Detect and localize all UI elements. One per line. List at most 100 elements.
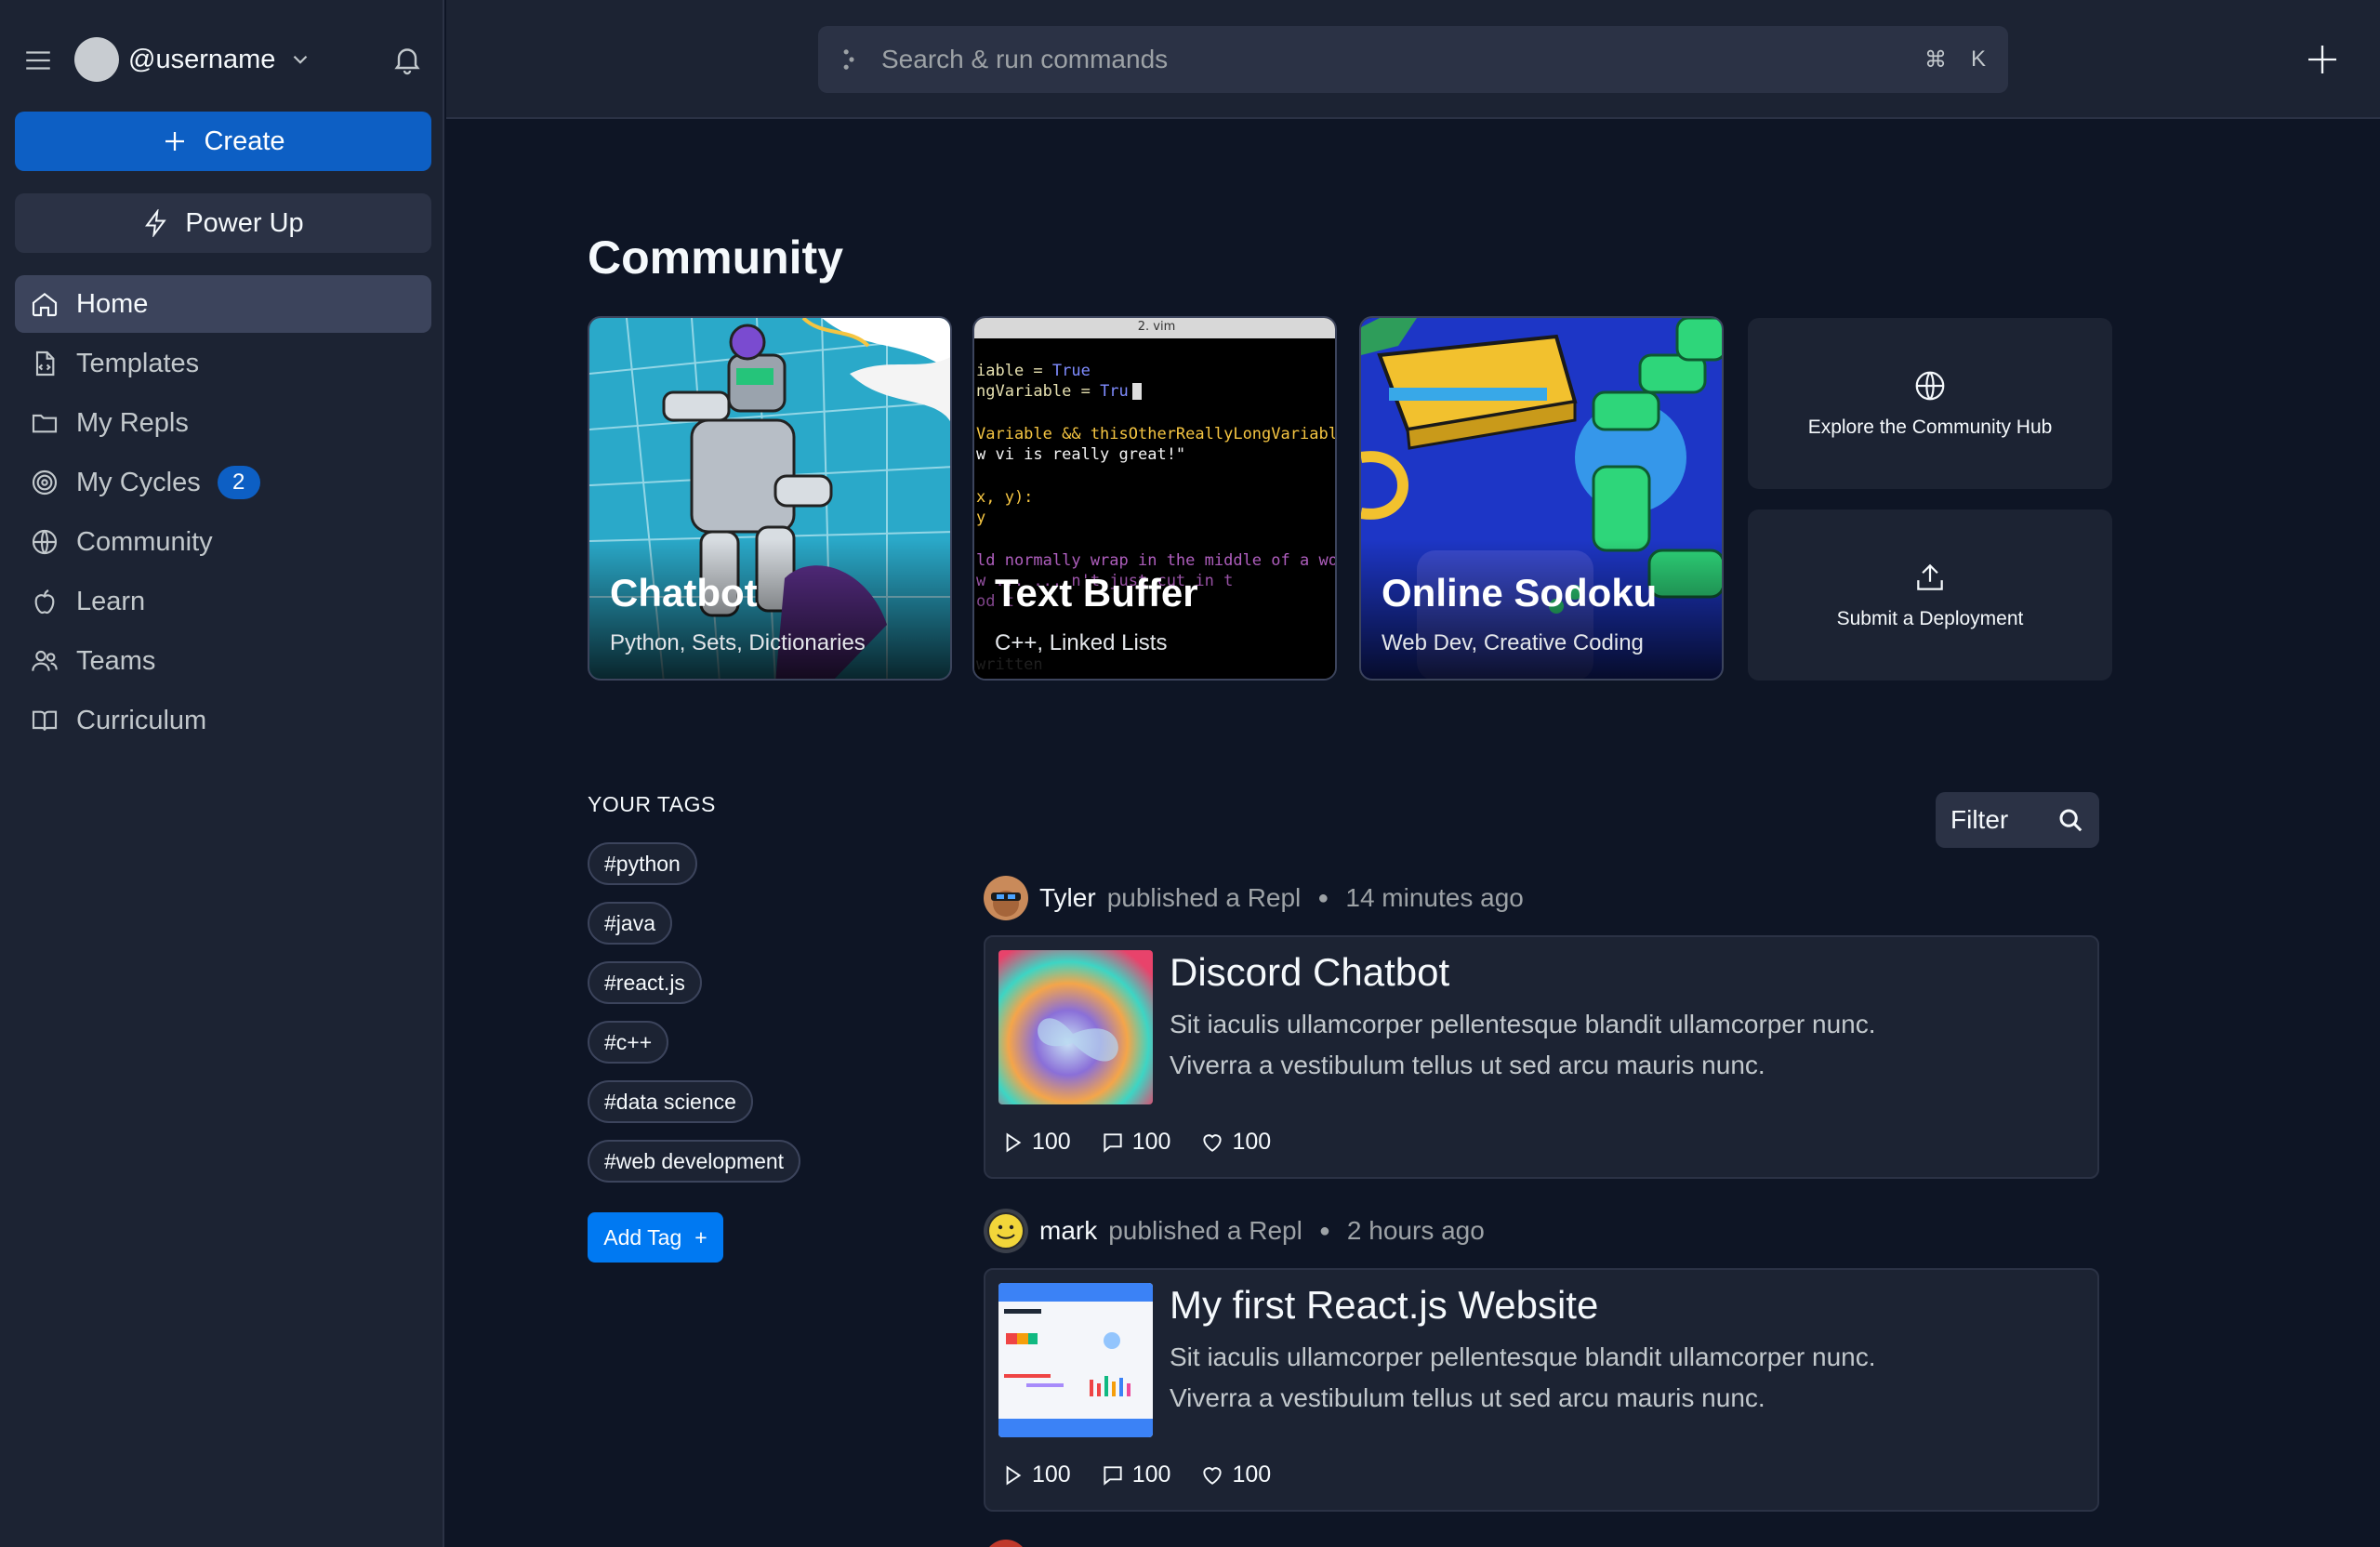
runs-count: 100: [1032, 1461, 1071, 1488]
new-tab-button[interactable]: [2304, 41, 2341, 78]
comment-icon: [1104, 1132, 1122, 1153]
sidebar-item-my-cycles[interactable]: My Cycles 2: [15, 454, 431, 511]
sidebar-item-teams[interactable]: Teams: [15, 632, 431, 690]
folder-icon: [32, 414, 58, 433]
post-stats: 100 100 100: [1000, 1461, 1271, 1488]
avatar[interactable]: [984, 1540, 1028, 1547]
apple-icon: [34, 589, 55, 615]
plus-icon: [2308, 46, 2336, 73]
post-username[interactable]: mark: [1039, 1216, 1097, 1246]
tag-cpp[interactable]: #c++: [588, 1021, 669, 1064]
template-icon: [35, 350, 55, 377]
sidebar-item-label: Learn: [76, 586, 146, 616]
upload-icon: [1917, 563, 1943, 590]
filter-label: Filter: [1950, 805, 2009, 834]
username: @username: [128, 44, 276, 74]
home-icon: [32, 292, 58, 317]
create-label: Create: [204, 126, 285, 156]
user-menu[interactable]: @username: [74, 37, 312, 82]
post-card[interactable]: Discord Chatbot Sit iaculis ullamcorper …: [984, 935, 2099, 1179]
card-subtitle: Python, Sets, Dictionaries: [610, 630, 866, 655]
svg-text:x, y):: x, y):: [976, 488, 1033, 507]
avatar: [74, 37, 119, 82]
sidebar-item-home[interactable]: Home: [15, 275, 431, 333]
likes-stat[interactable]: 100: [1200, 1129, 1271, 1156]
sidebar-item-learn[interactable]: Learn: [15, 573, 431, 630]
sidebar-item-my-repls[interactable]: My Repls: [15, 394, 431, 452]
filter-button[interactable]: Filter: [1936, 792, 2099, 848]
globe-icon: [32, 529, 58, 555]
svg-text:Variable && thisOtherReallyLon: Variable && thisOtherReallyLongVariabl: [976, 425, 1337, 443]
sidebar-item-label: Home: [76, 288, 149, 319]
likes-count: 100: [1232, 1129, 1272, 1155]
sidebar-item-label: Curriculum: [76, 705, 207, 735]
bell-icon[interactable]: [390, 43, 424, 76]
explore-label: Explore the Community Hub: [1807, 416, 2053, 438]
separator-dot: ●: [1318, 1220, 1330, 1241]
comments-stat[interactable]: 100: [1101, 1129, 1170, 1156]
power-up-label: Power Up: [185, 207, 304, 238]
page-title: Community: [588, 231, 843, 284]
svg-text:y: y: [976, 509, 985, 527]
likes-stat[interactable]: 100: [1200, 1461, 1271, 1488]
community-card-text-buffer[interactable]: iable = True ngVariable = Tru Variable &…: [972, 316, 1337, 681]
post-thumbnail: [998, 1283, 1153, 1437]
explore-community-hub-button[interactable]: Explore the Community Hub: [1748, 318, 2112, 489]
tag-list: #python #java #react.js #c++ #data scien…: [588, 842, 801, 1199]
post-header: mark published a Repl ● 2 hours ago: [984, 1209, 1485, 1253]
runs-stat[interactable]: 100: [1000, 1129, 1071, 1156]
post-title[interactable]: Discord Chatbot: [1170, 950, 1449, 995]
community-card-online-sodoku[interactable]: Online Sodoku Web Dev, Creative Coding: [1359, 316, 1724, 681]
teams-icon: [32, 650, 58, 671]
search-input[interactable]: Search & run commands ⌘ K: [818, 26, 2008, 93]
post-username[interactable]: Tyler: [1039, 883, 1096, 913]
post-time: 2 hours ago: [1346, 1216, 1485, 1245]
lightning-icon: [145, 209, 167, 237]
sidebar-header: @username: [0, 0, 444, 119]
sidebar-item-label: My Cycles: [76, 467, 201, 497]
post-action: published a Repl: [1106, 883, 1302, 912]
sidebar-item-community[interactable]: Community: [15, 513, 431, 571]
post-title[interactable]: My first React.js Website: [1170, 1283, 1598, 1328]
avatar[interactable]: [984, 1209, 1028, 1253]
post-stats: 100 100 100: [1000, 1129, 1271, 1156]
runs-count: 100: [1032, 1129, 1071, 1155]
post-card[interactable]: My first React.js Website Sit iaculis ul…: [984, 1268, 2099, 1512]
tag-java[interactable]: #java: [588, 902, 672, 945]
create-button[interactable]: Create: [15, 112, 431, 171]
post-description: Sit iaculis ullamcorper pellentesque bla…: [1170, 1342, 1876, 1412]
avatar[interactable]: [984, 876, 1028, 920]
post-header: Tyler published a Repl ● 14 minutes ago: [984, 876, 1524, 920]
tag-data-science[interactable]: #data science: [588, 1080, 753, 1123]
sidebar-item-templates[interactable]: Templates: [15, 335, 431, 392]
card-subtitle: C++, Linked Lists: [995, 630, 1168, 655]
chevron-down-icon: [294, 55, 308, 64]
submit-label: Submit a Deployment: [1836, 608, 2024, 629]
comments-count: 100: [1131, 1461, 1171, 1488]
comments-stat[interactable]: 100: [1101, 1461, 1171, 1488]
submit-deployment-button[interactable]: Submit a Deployment: [1748, 509, 2112, 681]
add-tag-button[interactable]: Add Tag +: [588, 1212, 723, 1263]
community-card-chatbot[interactable]: Chatbot Python, Sets, Dictionaries: [588, 316, 952, 681]
tag-reactjs[interactable]: #react.js: [588, 961, 702, 1004]
power-up-button[interactable]: Power Up: [15, 193, 431, 253]
plus-icon: [165, 132, 185, 151]
post-action: published a Repl: [1108, 1216, 1302, 1245]
card-title: Online Sodoku: [1382, 571, 1658, 615]
svg-text:ngVariable = Tru: ngVariable = Tru: [976, 382, 1129, 401]
tags-heading: YOUR TAGS: [588, 792, 716, 816]
book-icon: [32, 710, 58, 731]
svg-text:w vi is really great!": w vi is really great!": [976, 445, 1185, 464]
sidebar-item-label: My Repls: [76, 407, 189, 438]
card-title: Chatbot: [610, 571, 758, 615]
menu-icon[interactable]: [22, 45, 54, 76]
top-bar: Search & run commands ⌘ K: [446, 0, 2380, 119]
cycles-badge: 2: [217, 466, 260, 499]
sidebar-item-curriculum[interactable]: Curriculum: [15, 692, 431, 749]
comment-icon: [1104, 1465, 1122, 1486]
runs-stat[interactable]: 100: [1000, 1461, 1071, 1488]
tag-web-development[interactable]: #web development: [588, 1140, 801, 1183]
tag-python[interactable]: #python: [588, 842, 697, 885]
post-time: 14 minutes ago: [1345, 883, 1524, 912]
sidebar-item-label: Teams: [76, 645, 156, 676]
